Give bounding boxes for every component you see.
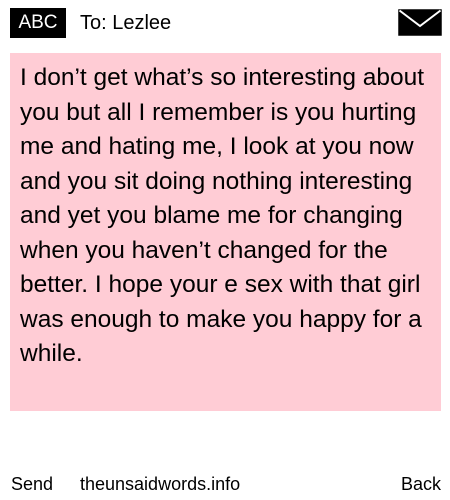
message-body[interactable]: I don’t get what’s so interesting about … (10, 53, 441, 411)
back-softkey[interactable]: Back (401, 470, 441, 498)
message-text: I don’t get what’s so interesting about … (20, 64, 425, 367)
softkey-bar: Send theunsaidwords.info Back (0, 470, 450, 498)
input-mode-badge: ABC (10, 8, 66, 38)
send-softkey[interactable]: Send (11, 470, 53, 498)
header-bar: ABC To: Lezlee (0, 0, 450, 46)
recipient-label: To: Lezlee (80, 12, 172, 34)
envelope-icon (398, 9, 442, 36)
site-link[interactable]: theunsaidwords.info (80, 470, 240, 498)
